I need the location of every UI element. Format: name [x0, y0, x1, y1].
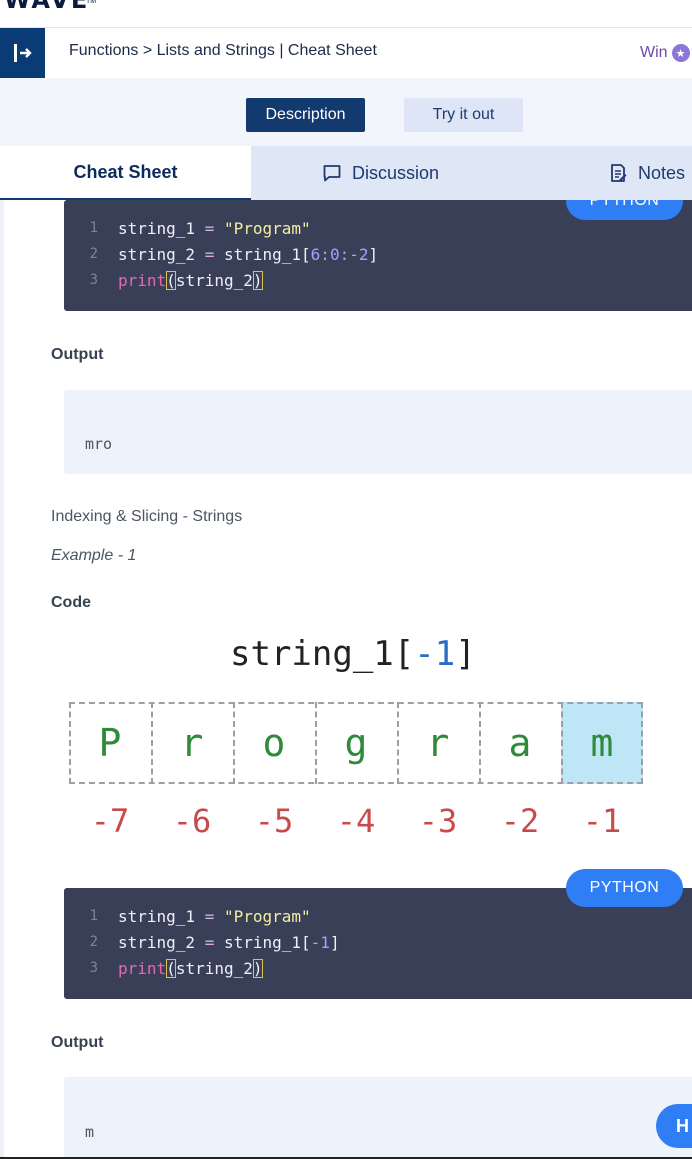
negative-index-label: -3 [418, 802, 458, 840]
notepad-icon [611, 164, 627, 182]
python-language-badge[interactable]: PYTHON [566, 869, 683, 907]
win-rewards-link[interactable]: Win ★ [640, 44, 690, 62]
left-gutter [0, 200, 4, 1159]
brand-strip: WAVE TM [0, 0, 692, 28]
chat-bubble-icon [323, 165, 341, 182]
expand-sidebar-icon [13, 44, 32, 62]
brand-trademark: TM [86, 0, 97, 5]
output-heading: Output [51, 346, 104, 363]
description-button[interactable]: Description [246, 98, 365, 132]
top-bar: Functions > Lists and Strings | Cheat Sh… [0, 28, 692, 78]
string-char-cell: g [344, 721, 368, 765]
output-value: mro [85, 435, 113, 453]
negative-index-label: -5 [254, 802, 294, 840]
star-badge-icon: ★ [671, 44, 690, 62]
tab-notes-label: Notes [638, 162, 686, 183]
cheat-sheet-content[interactable]: 1 string_1 = "Program" 2 string_2 = string… [0, 200, 692, 1159]
string-char-cell: o [262, 721, 286, 765]
code-line: 3 print(string_2) [89, 270, 263, 290]
code-line: 3 print(string_2) [89, 958, 263, 978]
code-line: 1 string_1 = "Program" [89, 218, 311, 238]
section-title: Indexing & Slicing - Strings [51, 508, 243, 525]
negative-index-label: -4 [336, 802, 376, 840]
win-label: Win [640, 44, 668, 61]
string-char-cell: m [561, 702, 643, 784]
content-tabs: Cheat Sheet Discussion Notes [0, 146, 692, 200]
string-char-cell: P [98, 721, 122, 765]
help-chat-button[interactable]: H [656, 1104, 692, 1148]
code-line: 1 string_1 = "Program" [89, 906, 311, 926]
output-value: m [85, 1123, 95, 1141]
sidebar-toggle-button[interactable] [0, 28, 45, 78]
negative-index-label: -1 [582, 802, 622, 840]
string-char-cell: a [508, 721, 532, 765]
try-it-out-button[interactable]: Try it out [404, 98, 523, 132]
string-char-cell: r [180, 721, 204, 765]
breadcrumb[interactable]: Functions > Lists and Strings | Cheat Sh… [69, 42, 377, 60]
output-heading: Output [51, 1034, 104, 1051]
negative-index-label: -2 [500, 802, 540, 840]
code-heading: Code [51, 594, 91, 611]
brand-logo: WAVE [4, 0, 90, 14]
tab-cheat-sheet-label: Cheat Sheet [73, 161, 178, 182]
diagram-title: string_1[-1] [230, 634, 476, 674]
tab-notes[interactable]: Notes [608, 146, 685, 200]
tab-cheat-sheet[interactable]: Cheat Sheet [0, 146, 251, 200]
negative-index-label: -6 [172, 802, 212, 840]
code-line: 2 string_2 = string_1[6:0:-2] [89, 244, 379, 264]
mode-toggle-bar: Description Try it out [0, 78, 692, 146]
python-language-badge[interactable]: PYTHON [566, 200, 683, 220]
example-label: Example - 1 [51, 547, 137, 564]
tab-discussion[interactable]: Discussion [322, 146, 439, 200]
output-box: m [64, 1077, 692, 1159]
negative-index-label: -7 [90, 802, 130, 840]
tab-discussion-label: Discussion [352, 162, 440, 183]
string-char-cell: r [426, 721, 450, 765]
code-line: 2 string_2 = string_1[-1] [89, 932, 340, 952]
output-box: mro [64, 390, 692, 474]
